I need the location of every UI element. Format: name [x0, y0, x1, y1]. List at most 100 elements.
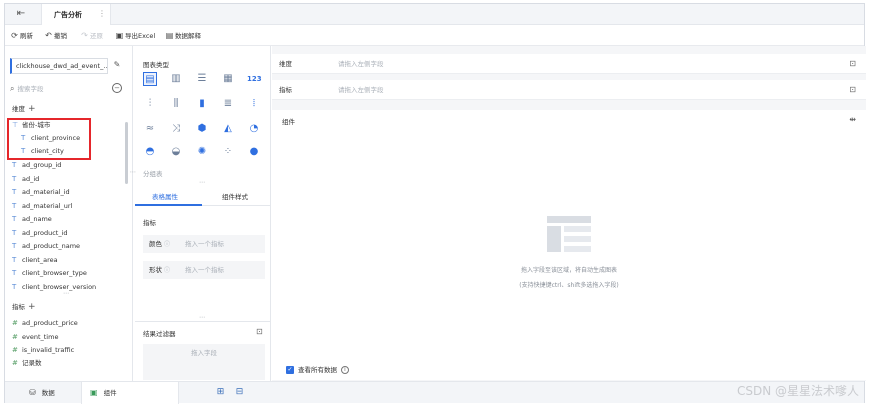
tab-data[interactable]: ⛁ 数据 — [25, 382, 75, 404]
tab-more-icon[interactable]: ⋮ — [98, 9, 106, 18]
config-tabs: 表格属性 组件样式 — [135, 186, 270, 206]
field-name: ad_product_name — [22, 242, 81, 250]
text-type-icon: T — [12, 188, 17, 196]
map-chart-icon[interactable]: ✺ — [195, 145, 209, 159]
tab-component-style[interactable]: 组件样式 — [222, 191, 248, 201]
cross-table-icon[interactable]: ☰ — [195, 72, 209, 86]
datasource-select[interactable]: clickhouse_dwd_ad_event_... — [10, 58, 108, 74]
field-item[interactable]: Tad_group_id — [12, 160, 61, 171]
table-chart-icon[interactable]: ▤ — [143, 72, 157, 86]
show-all-label: 查看所有数据 — [298, 366, 337, 374]
data-explain-button[interactable]: ▤ 数据解释 — [165, 30, 201, 41]
lock-icon[interactable]: ⊡ — [849, 80, 856, 100]
info-icon[interactable]: i — [341, 366, 349, 374]
field-name: ad_product_price — [22, 319, 78, 327]
color-label-text: 颜色 — [149, 240, 162, 248]
number-type-icon: # — [12, 346, 18, 354]
redo-button[interactable]: ↷ 还原 — [80, 30, 103, 41]
shape-label: 形状 ⓘ — [149, 261, 170, 280]
undo-icon: ↶ — [45, 31, 52, 40]
field-item[interactable]: Tclient_browser_type — [12, 268, 87, 279]
undo-button[interactable]: ↶ 撤销 — [44, 30, 67, 41]
search-input[interactable]: ⌕ 搜索字段 — [10, 82, 108, 95]
field-item[interactable]: Tad_product_name — [12, 241, 80, 252]
pie-chart-icon[interactable]: ◓ — [143, 145, 157, 159]
component-canvas[interactable]: 组件 ⇹ 拖入字段至该区域，将自动生成图表 (支持快捷键ctrl、shift多选… — [272, 110, 866, 380]
field-name: ad_id — [22, 175, 40, 183]
canvas-panel: 维度 请拖入左侧字段 ⊡ 指标 请拖入左侧字段 ⊡ 组件 ⇹ 拖入字段至该区域，… — [272, 46, 866, 381]
field-item[interactable]: # ad_product_price — [12, 318, 78, 329]
add-dimension-icon[interactable]: + — [28, 104, 36, 114]
expand-icon[interactable]: ⇹ — [849, 115, 856, 124]
field-item[interactable]: Tad_material_url — [12, 201, 72, 212]
boxplot-icon[interactable]: ⫶ — [143, 97, 157, 111]
text-type-icon: T — [12, 269, 17, 277]
stacked-bar-icon[interactable]: ≣ — [221, 97, 235, 111]
tab-component[interactable]: ▣ 组件 — [81, 382, 179, 404]
metric-shelf[interactable]: 指标 请拖入左侧字段 ⊡ — [272, 80, 866, 100]
dimension-shelf[interactable]: 维度 请拖入左侧字段 ⊡ — [272, 54, 866, 74]
gauge-chart-icon[interactable]: ◔ — [247, 122, 261, 136]
add-component-icon[interactable]: ⊞ — [215, 387, 226, 398]
lock-icon[interactable]: ⊡ — [256, 327, 263, 336]
grouped-column-icon[interactable]: ⦙ — [247, 97, 261, 111]
field-item[interactable]: Tad_material_id — [12, 187, 70, 198]
export-excel-button[interactable]: ▣ 导出Excel — [115, 30, 156, 41]
text-type-icon: T — [12, 229, 17, 237]
color-label: 颜色 ⓘ — [149, 235, 170, 254]
help-icon[interactable]: ⓘ — [164, 267, 170, 274]
exit-icon[interactable]: ⇤ — [15, 8, 27, 20]
line-chart-icon[interactable]: ≈ — [143, 122, 157, 136]
add-measure-icon[interactable]: + — [28, 302, 36, 312]
kpi-card-icon[interactable]: ▦ — [221, 72, 235, 86]
shape-drop-zone[interactable]: 形状 ⓘ 拖入一个指标 — [143, 261, 265, 279]
text-type-icon: T — [12, 256, 17, 264]
add-dashboard-icon[interactable]: ⊟ — [234, 387, 245, 398]
field-item[interactable]: Tad_name — [12, 214, 52, 225]
bar-chart-icon[interactable]: ▮ — [195, 97, 209, 111]
resize-handle[interactable]: ⋯ — [63, 290, 70, 297]
checkbox-checked-icon[interactable]: ✓ — [286, 366, 294, 374]
number-chart-icon[interactable]: 123 — [247, 72, 262, 86]
combo-chart-icon[interactable]: ⤨ — [169, 122, 183, 136]
radar-chart-icon[interactable]: ⬢ — [195, 122, 209, 136]
refresh-label: 刷新 — [20, 32, 33, 40]
data-tab-label: 数据 — [41, 389, 55, 397]
detail-table-icon[interactable]: ▥ — [169, 72, 183, 86]
tab-table-props[interactable]: 表格属性 — [152, 191, 178, 201]
color-drop-zone[interactable]: 颜色 ⓘ 拖入一个指标 — [143, 235, 265, 253]
bubble-chart-icon[interactable]: ● — [247, 145, 261, 159]
text-type-icon: T — [12, 215, 17, 223]
rose-chart-icon[interactable]: ◒ — [169, 145, 183, 159]
field-item[interactable]: Tad_product_id — [12, 228, 68, 239]
tab-ad-analysis[interactable]: 广告分析 ⋮ — [41, 4, 111, 25]
component-icon: ▣ — [90, 388, 98, 397]
result-filter-header: 结果过滤器 ⊡ — [135, 321, 270, 339]
refresh-button[interactable]: ⟳ 刷新 — [10, 30, 33, 41]
field-item[interactable]: Tad_id — [12, 174, 39, 185]
field-name: ad_name — [22, 215, 52, 223]
text-type-icon: T — [12, 242, 17, 250]
field-name: is_invalid_traffic — [22, 346, 75, 354]
resize-handle[interactable]: ⋯ — [199, 179, 206, 186]
help-icon[interactable]: ⓘ — [164, 241, 170, 248]
column-chart-icon[interactable]: ⫼ — [169, 97, 183, 111]
show-all-data-checkbox[interactable]: ✓ 查看所有数据 i — [286, 366, 349, 375]
field-scrollbar[interactable] — [125, 122, 128, 184]
field-item[interactable]: Tclient_browser_version — [12, 282, 96, 293]
scatter-chart-icon[interactable]: ⁘ — [221, 145, 235, 159]
field-name: client_browser_version — [22, 283, 97, 291]
field-item[interactable]: # is_invalid_traffic — [12, 345, 74, 356]
edit-datasource-icon[interactable]: ✎ — [112, 60, 122, 70]
field-item[interactable]: Tclient_area — [12, 255, 58, 266]
lock-icon[interactable]: ⊡ — [849, 54, 856, 74]
field-item[interactable]: # event_time — [12, 332, 58, 343]
text-type-icon: T — [12, 202, 17, 210]
field-item[interactable]: # 记录数 — [12, 358, 42, 369]
resize-handle[interactable]: ⋯ — [199, 314, 206, 321]
measure-section-title: 指标 + — [12, 301, 36, 312]
search-options-icon[interactable]: − — [112, 83, 122, 93]
filter-drop-zone[interactable]: 拖入字段 — [143, 344, 265, 380]
area-chart-icon[interactable]: ◭ — [221, 122, 235, 136]
metric-shelf-label: 指标 — [279, 86, 292, 94]
